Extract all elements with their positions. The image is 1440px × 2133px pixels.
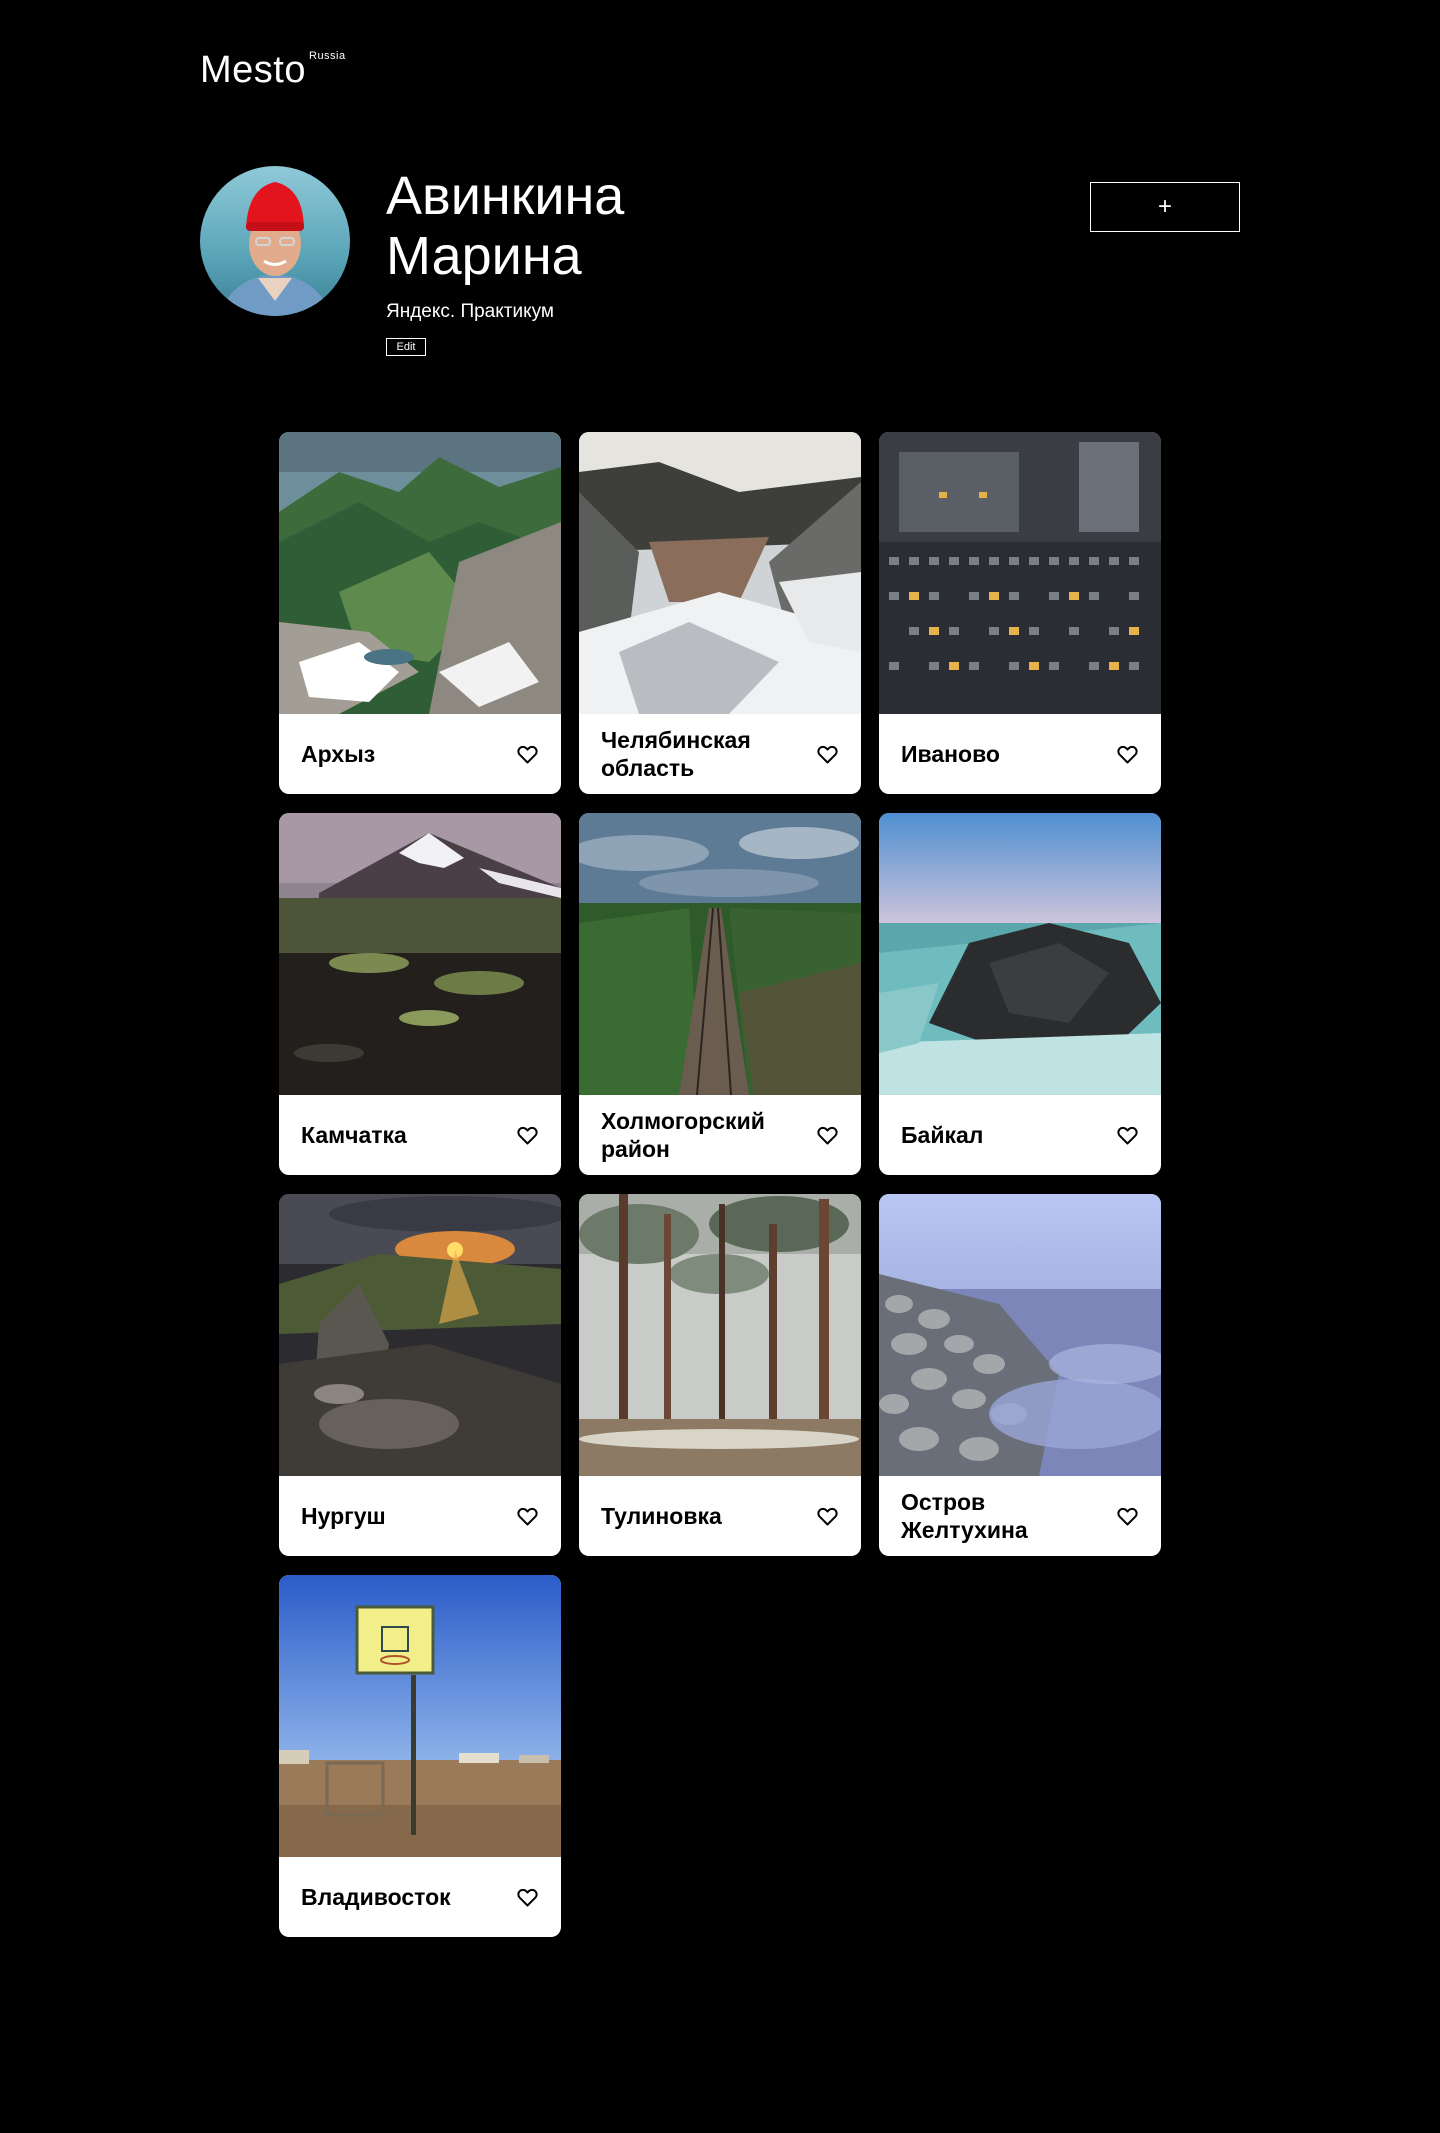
rocky-shore-sea-image [879, 1194, 1161, 1476]
card-footer: Тулиновка [579, 1476, 861, 1556]
like-button[interactable] [1115, 1504, 1139, 1528]
like-button[interactable] [515, 1504, 539, 1528]
card: Архыз [279, 432, 561, 794]
card: Байкал [879, 813, 1161, 1175]
card-footer: Остров Желтухина [879, 1476, 1161, 1556]
card-title: Байкал [901, 1122, 984, 1148]
avatar-image [200, 166, 350, 316]
like-button[interactable] [515, 1123, 539, 1147]
like-button[interactable] [815, 742, 839, 766]
heart-icon [1116, 1507, 1138, 1525]
foggy-pine-forest-image [579, 1194, 861, 1476]
card-title: Нургуш [301, 1503, 386, 1529]
volcano-image [279, 813, 561, 1095]
like-button[interactable] [1115, 742, 1139, 766]
profile-info: Авинкина Марина Яндекс. Практикум Edit [386, 166, 786, 356]
snowy-river-image [579, 432, 861, 714]
heart-icon [816, 745, 838, 763]
card-footer: Челябинская область [579, 714, 861, 794]
card-footer: Архыз [279, 714, 561, 794]
card: Холмогорский район [579, 813, 861, 1175]
card-title: Челябинская область [601, 727, 751, 781]
profile: Авинкина Марина Яндекс. Практикум Edit + [200, 166, 1240, 366]
card-footer: Байкал [879, 1095, 1161, 1175]
card-image[interactable] [879, 432, 1161, 714]
frozen-lake-cliff-image [879, 813, 1161, 1095]
mountain-valley-image [279, 432, 561, 714]
card-image[interactable] [879, 813, 1161, 1095]
heart-icon [516, 1888, 538, 1906]
card: Владивосток [279, 1575, 561, 1937]
edit-profile-button[interactable]: Edit [386, 338, 426, 356]
card-image[interactable] [879, 1194, 1161, 1476]
like-button[interactable] [815, 1123, 839, 1147]
card-image[interactable] [579, 813, 861, 1095]
card: Нургуш [279, 1194, 561, 1556]
heart-icon [1116, 1126, 1138, 1144]
card: Тулиновка [579, 1194, 861, 1556]
like-button[interactable] [815, 1504, 839, 1528]
avatar[interactable] [200, 166, 350, 316]
card-footer: Камчатка [279, 1095, 561, 1175]
card-title: Владивосток [301, 1884, 451, 1910]
card-image[interactable] [279, 813, 561, 1095]
card: Челябинская область [579, 432, 861, 794]
page-header: Mesto Russia [200, 48, 345, 92]
like-button[interactable] [1115, 1123, 1139, 1147]
railway-forest-image [579, 813, 861, 1095]
card-image[interactable] [279, 1194, 561, 1476]
card-footer: Холмогорский район [579, 1095, 861, 1175]
heart-icon [516, 745, 538, 763]
add-card-button[interactable]: + [1090, 182, 1240, 232]
card-image[interactable] [279, 1575, 561, 1857]
like-button[interactable] [515, 742, 539, 766]
card-title: Холмогорский район [601, 1108, 765, 1162]
logo-text: Mesto [200, 49, 306, 91]
card-image[interactable] [579, 1194, 861, 1476]
logo[interactable]: Mesto Russia [200, 48, 345, 92]
heart-icon [1116, 745, 1138, 763]
logo-superscript: Russia [309, 50, 346, 62]
card-footer: Иваново [879, 714, 1161, 794]
like-button[interactable] [515, 1885, 539, 1909]
profile-name: Авинкина Марина [386, 166, 625, 286]
card-title: Тулиновка [601, 1503, 722, 1529]
basketball-hoop-image [279, 1575, 561, 1857]
card: Иваново [879, 432, 1161, 794]
card-title: Иваново [901, 741, 1000, 767]
heart-icon [516, 1507, 538, 1525]
heart-icon [516, 1126, 538, 1144]
heart-icon [816, 1507, 838, 1525]
card: Камчатка [279, 813, 561, 1175]
card-footer: Нургуш [279, 1476, 561, 1556]
card-title: Остров Желтухина [901, 1489, 1028, 1543]
card-image[interactable] [279, 432, 561, 714]
mountain-sunset-image [279, 1194, 561, 1476]
cards-grid: Архыз Челябинская область Иваново Камчат… [279, 432, 1161, 1937]
card: Остров Желтухина [879, 1194, 1161, 1556]
card-image[interactable] [579, 432, 861, 714]
heart-icon [816, 1126, 838, 1144]
card-footer: Владивосток [279, 1857, 561, 1937]
apartment-buildings-image [879, 432, 1161, 714]
card-title: Камчатка [301, 1122, 407, 1148]
profile-about: Яндекс. Практикум [386, 301, 554, 322]
card-title: Архыз [301, 741, 376, 767]
